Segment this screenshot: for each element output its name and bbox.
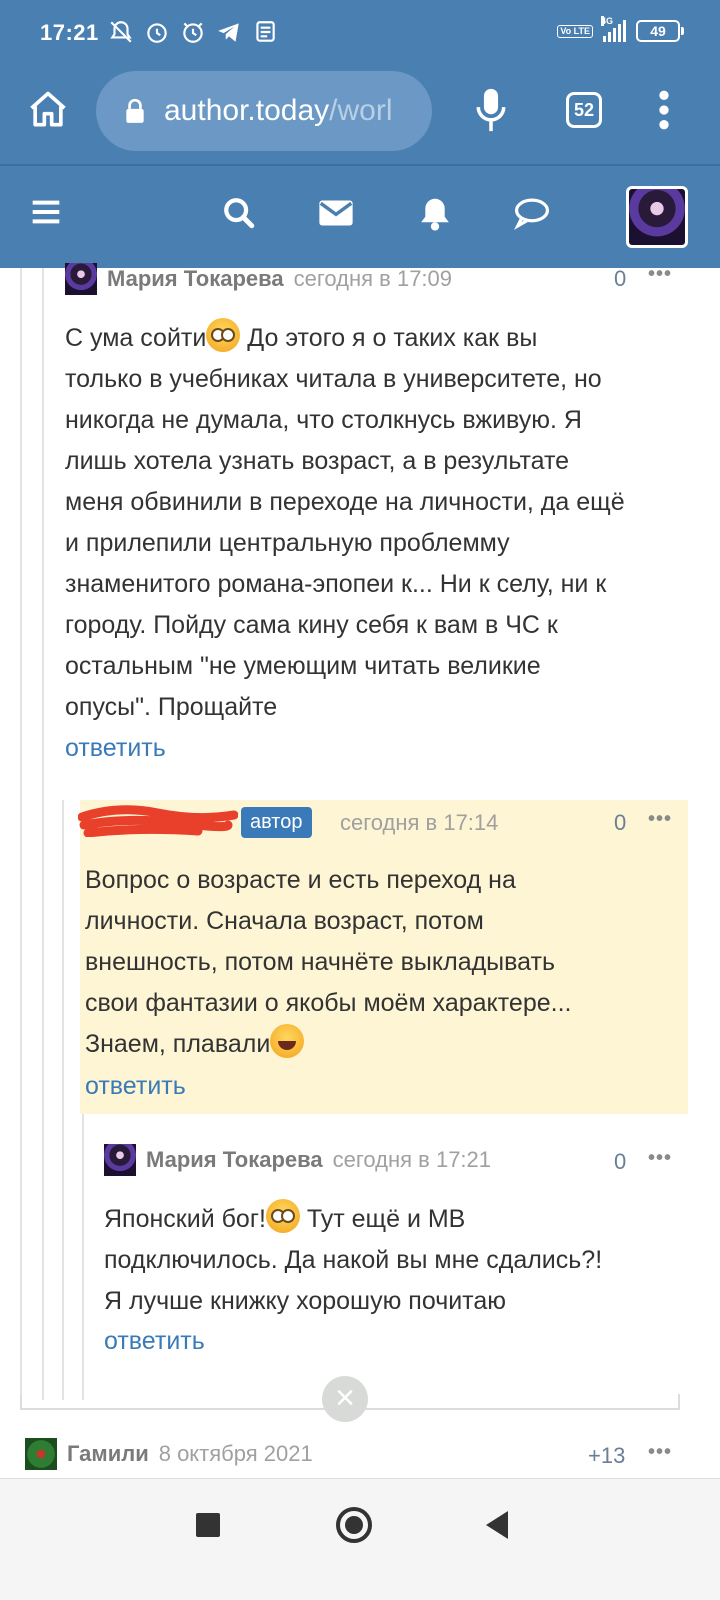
comment-line: подключилось. Да накой вы мне сдались?! (104, 1246, 603, 1274)
comment-line: Тут ещё и МВ (306, 1205, 466, 1233)
laughing-emoji-icon (270, 1024, 305, 1058)
comment-line: никогда не думала, что столкнусь вживую.… (65, 406, 582, 434)
comment-time: сегодня в 17:14 (340, 810, 499, 835)
comment-line: лишь хотела узнать возраст, а в результа… (65, 447, 570, 475)
more-vert-icon[interactable] (656, 90, 672, 130)
browser-toolbar: author.today/worl 52 (0, 66, 720, 164)
author-badge: автор (241, 807, 312, 838)
comment-line: и прилепили центральную проблемму (65, 529, 510, 557)
battery-icon: 49 (636, 20, 684, 42)
comment-time: 8 октября 2021 (158, 1441, 313, 1466)
more-options-button[interactable]: ••• (648, 1441, 672, 1464)
bell-icon[interactable] (418, 196, 452, 232)
comment-line: свои фантазии о якобы моём характере... (85, 989, 572, 1017)
thread-line (82, 1114, 84, 1400)
thread-line (62, 800, 64, 1400)
muted-bell-icon (110, 21, 132, 43)
comment-line: знаменитого романа-эпопеи к... Ни к селу… (65, 570, 607, 598)
comment-line: Я лучше книжку хорошую почитаю (104, 1287, 507, 1315)
comment-text: Вопрос о возрасте и есть переход на личн… (85, 860, 685, 1065)
user-avatar[interactable] (626, 186, 688, 248)
comment-line: До этого я о таких как вы (247, 324, 538, 352)
avatar[interactable] (25, 1438, 57, 1470)
news-icon (256, 21, 275, 42)
comment-score: 0 (614, 266, 627, 291)
telegram-icon (218, 23, 239, 42)
avatar[interactable] (65, 263, 97, 295)
flushed-emoji-icon (265, 1199, 300, 1233)
tabs-button[interactable]: 52 (566, 92, 602, 128)
home-icon[interactable] (26, 88, 70, 132)
reply-link[interactable]: ответить (85, 1072, 186, 1101)
recents-icon[interactable] (196, 1513, 220, 1537)
comment-line: опусы". Прощайте (65, 693, 278, 721)
url-host: author.today (164, 94, 330, 127)
comment-score: +13 (588, 1443, 626, 1468)
site-navbar (0, 164, 720, 268)
comment-line: остальным "не умеющим читать великие (65, 652, 541, 680)
alarm-icon (147, 23, 167, 43)
reply-link[interactable]: ответить (65, 734, 166, 763)
home-circle-icon[interactable] (336, 1507, 372, 1543)
avatar[interactable] (104, 1144, 136, 1176)
comment-text: С ума сойти До этого я о таких как вы то… (65, 318, 705, 728)
system-navigation-bar (0, 1478, 720, 1600)
comment-line: Японский бог! (104, 1205, 266, 1233)
comment-time: сегодня в 17:21 (332, 1147, 492, 1172)
hamburger-menu-icon[interactable] (30, 196, 62, 228)
search-icon[interactable] (222, 196, 256, 230)
back-triangle-icon[interactable] (486, 1511, 508, 1539)
flushed-emoji-icon (206, 318, 241, 352)
url-path: /worl (329, 94, 393, 127)
comment-author[interactable]: Гамили (67, 1441, 149, 1467)
comment-line: личности. Сначала возраст, потом (85, 907, 484, 935)
chat-icon[interactable] (514, 196, 550, 230)
comment-line: Знаем, плавали (85, 1030, 271, 1058)
comment-line: меня обвинили в переходе на личности, да… (65, 488, 625, 516)
thread-line (42, 268, 44, 1400)
more-options-button[interactable]: ••• (648, 263, 672, 286)
lock-icon (126, 98, 144, 123)
comment-header: Мария Токарева сегодня в 17:21 (104, 1144, 491, 1176)
more-options-button[interactable]: ••• (648, 1147, 672, 1170)
comment-author[interactable]: Мария Токарева (146, 1147, 323, 1173)
comment-author[interactable]: Мария Токарева (107, 266, 284, 292)
reply-link[interactable]: ответить (104, 1327, 205, 1356)
comment-score: 0 (614, 810, 627, 835)
more-options-button[interactable]: ••• (648, 808, 672, 831)
comment-line: Вопрос о возрасте и есть переход на (85, 866, 516, 894)
comment-score: 0 (614, 1149, 627, 1174)
notification-icons (108, 18, 278, 46)
volte-icon: Vo LTE (557, 24, 593, 38)
comment-text: Японский бог! Тут ещё и МВ подключилось.… (104, 1199, 704, 1322)
address-bar[interactable]: author.today/worl (96, 71, 432, 151)
mail-icon[interactable] (318, 196, 354, 230)
comment-line: С ума сойти (65, 324, 207, 352)
comment-line: только в учебниках читала в университете… (65, 365, 602, 393)
network-type: 4G (601, 16, 614, 26)
thread-line (20, 268, 22, 1400)
comment-line: городу. Пойду сама кину себя к вам в ЧС … (65, 611, 558, 639)
comment-time: сегодня в 17:09 (293, 266, 453, 291)
status-bar: 17:21 Vo LTE 4G 49 (0, 0, 720, 66)
redacted-author-name (78, 805, 238, 837)
comment-header: Гамили 8 октября 2021 (25, 1438, 313, 1470)
collapse-thread-button[interactable]: × (322, 1376, 368, 1422)
comment-line: внешность, потом начнёте выкладывать (85, 948, 555, 976)
microphone-icon[interactable] (474, 86, 508, 134)
comment-header: Мария Токарева сегодня в 17:09 (65, 263, 452, 295)
alarm-icon-2 (183, 22, 203, 43)
status-time: 17:21 (40, 20, 99, 45)
signal-icon: 4G (601, 16, 626, 42)
